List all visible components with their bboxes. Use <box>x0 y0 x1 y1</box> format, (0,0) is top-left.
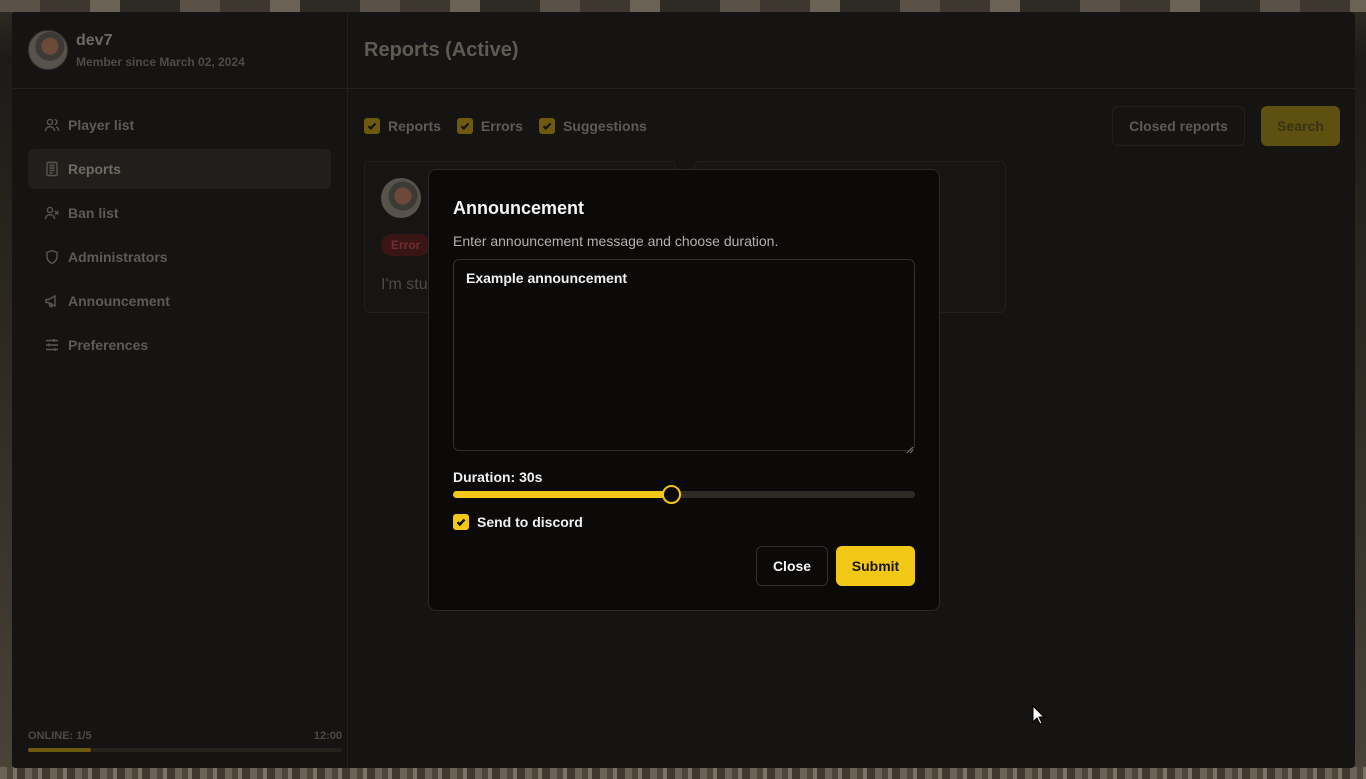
send-to-discord-checkbox[interactable] <box>453 514 469 530</box>
duration-slider-fill <box>453 491 672 498</box>
send-to-discord-option[interactable]: Send to discord <box>453 514 583 530</box>
mouse-cursor-icon <box>1032 705 1046 725</box>
resize-handle-icon[interactable] <box>906 441 914 454</box>
close-button[interactable]: Close <box>756 546 828 586</box>
duration-slider[interactable] <box>453 485 915 504</box>
send-to-discord-label: Send to discord <box>477 514 583 530</box>
dialog-title: Announcement <box>453 198 585 218</box>
submit-button[interactable]: Submit <box>836 546 915 586</box>
announcement-dialog: Announcement Enter announcement message … <box>428 169 940 611</box>
check-icon <box>456 518 466 527</box>
announcement-message-input[interactable] <box>453 259 915 451</box>
duration-slider-thumb[interactable] <box>661 485 681 504</box>
dialog-description: Enter announcement message and choose du… <box>453 233 779 249</box>
duration-label: Duration: 30s <box>453 469 543 485</box>
